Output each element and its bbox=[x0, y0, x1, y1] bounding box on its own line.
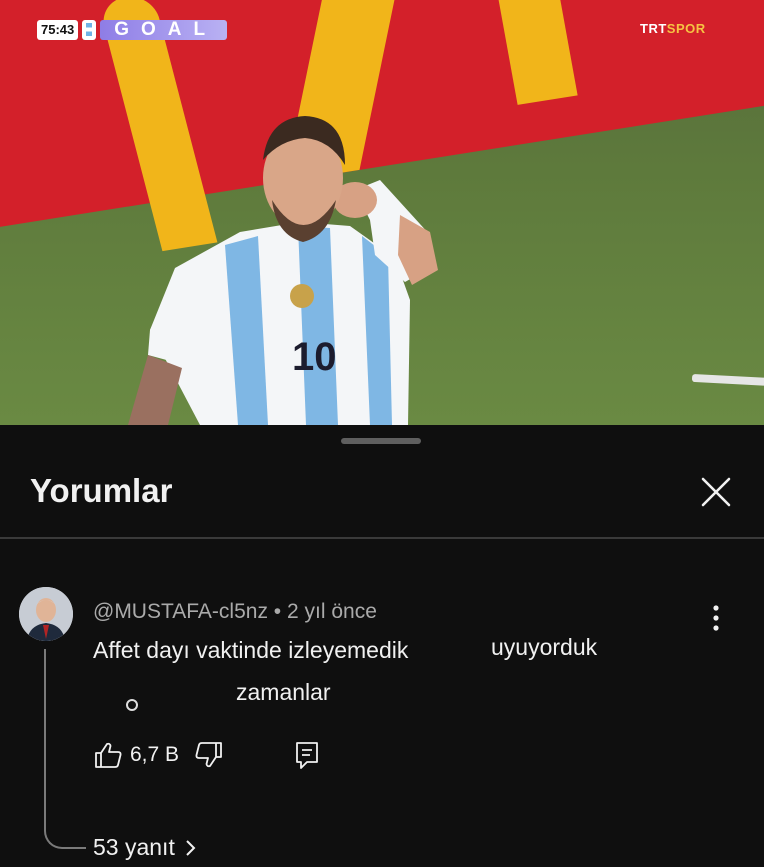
close-button[interactable] bbox=[696, 472, 736, 512]
comments-panel: Yorumlar @MUSTAFA-cl5nz • 2 yıl önce Aff… bbox=[0, 425, 764, 867]
comment-time: 2 yıl önce bbox=[287, 600, 377, 623]
video-player[interactable]: 75:43 GOAL TRTSPOR 10 bbox=[0, 0, 764, 425]
thumbs-up-icon bbox=[95, 742, 122, 768]
circle-mark bbox=[126, 699, 138, 711]
close-icon bbox=[701, 477, 731, 507]
meta-separator: • bbox=[273, 600, 282, 623]
drag-handle[interactable] bbox=[341, 438, 421, 444]
dislike-button[interactable] bbox=[193, 739, 225, 771]
like-count: 6,7 B bbox=[130, 743, 180, 766]
replies-thread-line bbox=[44, 649, 86, 849]
comment-text: Affet dayı vaktinde izleyemedik bbox=[93, 637, 409, 663]
thumbs-down-icon bbox=[195, 742, 222, 768]
avatar[interactable] bbox=[19, 587, 73, 641]
more-options-button[interactable] bbox=[705, 603, 727, 633]
panel-title: Yorumlar bbox=[30, 472, 173, 509]
comment-actions: 6,7 B bbox=[92, 739, 323, 771]
goal-banner: GOAL bbox=[100, 20, 228, 40]
comment-meta: @MUSTAFA-cl5nz • 2 yıl önce bbox=[93, 600, 377, 624]
like-button[interactable] bbox=[92, 739, 124, 771]
scorebug: 75:43 GOAL bbox=[37, 19, 228, 41]
replies-count: 53 yanıt bbox=[93, 834, 175, 860]
overlay-text: uyuyorduk bbox=[491, 634, 598, 660]
reply-icon bbox=[296, 742, 318, 769]
avatar-image bbox=[19, 587, 73, 641]
more-vert-icon bbox=[713, 605, 719, 631]
player-figure: 10 bbox=[128, 116, 438, 425]
reply-button[interactable] bbox=[291, 739, 323, 771]
jersey-number: 10 bbox=[292, 335, 337, 379]
comment-author[interactable]: @MUSTAFA-cl5nz bbox=[93, 600, 268, 623]
chevron-right-icon bbox=[186, 839, 196, 856]
overlay-text: zamanlar bbox=[236, 679, 331, 705]
panel-divider bbox=[0, 537, 764, 539]
team-crest-icon bbox=[82, 20, 97, 40]
broadcaster-logo: TRTSPOR bbox=[640, 21, 706, 36]
view-replies-link[interactable]: 53 yanıt bbox=[93, 834, 197, 861]
match-clock: 75:43 bbox=[37, 20, 79, 40]
